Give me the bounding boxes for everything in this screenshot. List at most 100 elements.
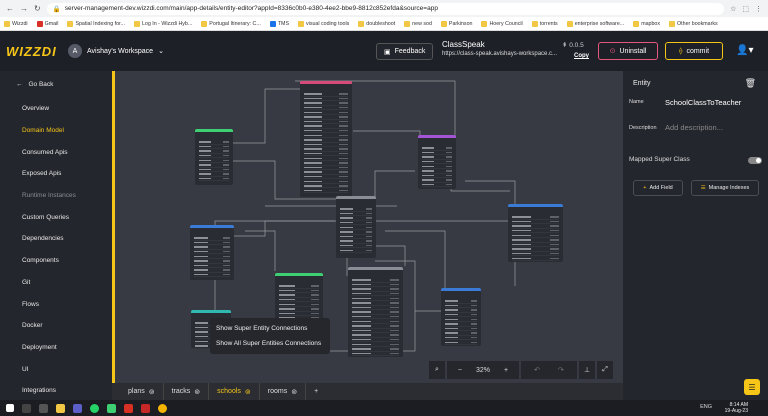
bookmark-item[interactable]: TMS: [269, 20, 289, 27]
zoom-out-icon[interactable]: −: [458, 367, 462, 374]
add-tab-button[interactable]: +: [306, 383, 326, 400]
lock-icon: 🔒: [52, 5, 61, 13]
tab-schools[interactable]: schools ⊚: [209, 383, 260, 400]
tab-settings-icon[interactable]: ⊚: [291, 388, 297, 396]
system-tray[interactable]: ENG: [700, 404, 712, 410]
pdf-icon[interactable]: [141, 403, 150, 413]
tab-settings-icon[interactable]: ⊚: [194, 388, 200, 396]
feedback-icon: ▣: [384, 48, 391, 56]
tab-plans[interactable]: plans ⊚: [120, 383, 164, 400]
file-explorer-icon[interactable]: [56, 403, 65, 413]
teams-icon[interactable]: [73, 403, 82, 413]
menu-icon[interactable]: ⋮: [755, 5, 762, 13]
bookmark-item[interactable]: mapbox: [633, 20, 660, 27]
sidebar-item-custom-queries[interactable]: Custom Queries: [0, 206, 112, 228]
help-chat-button[interactable]: ☰: [744, 379, 760, 395]
bookmark-item[interactable]: Log In - Wizzdi Hyb...: [133, 20, 192, 27]
entity-header: [348, 270, 403, 278]
browser-actions: ☆ ⬚ ⋮: [724, 5, 768, 13]
manage-indexes-button[interactable]: ☰ Manage Indexes: [691, 180, 759, 196]
search-taskbar-icon[interactable]: [22, 403, 31, 413]
context-menu-item-all-super-entities[interactable]: Show All Super Entities Connections: [210, 336, 330, 351]
zoom-in-icon[interactable]: +: [504, 367, 508, 374]
sidebar-item-overview[interactable]: Overview: [0, 98, 112, 120]
sidebar-item-runtime-instances[interactable]: Runtime Instances: [0, 185, 112, 207]
task-view-icon[interactable]: [39, 403, 48, 413]
uninstall-button[interactable]: ⊙ Uninstall: [598, 42, 658, 60]
undo-icon[interactable]: ↶: [534, 366, 540, 374]
chrome-icon[interactable]: [158, 403, 167, 413]
workspace-selector[interactable]: A Avishay's Workspace ⌄: [68, 44, 164, 58]
folder-icon: [669, 20, 676, 27]
sidebar-item-flows[interactable]: Flows: [0, 293, 112, 315]
sidebar-item-ui[interactable]: UI: [0, 358, 112, 380]
entity-card[interactable]: [508, 204, 563, 262]
entity-card[interactable]: [300, 81, 352, 197]
entity-card[interactable]: [441, 288, 481, 346]
tab-tracks[interactable]: tracks ⊚: [164, 383, 210, 400]
bookmark-item[interactable]: Gmail: [36, 20, 58, 27]
commit-button[interactable]: ⟠ commit: [665, 42, 723, 60]
bookmark-item[interactable]: new sod: [404, 20, 432, 27]
mapped-super-class-toggle[interactable]: [748, 157, 762, 164]
entity-header: [275, 276, 323, 284]
sidebar-item-docker[interactable]: Docker: [0, 315, 112, 337]
forward-arrow-icon[interactable]: →: [20, 4, 28, 13]
sidebar-item-components[interactable]: Components: [0, 250, 112, 272]
bookmark-item[interactable]: Hoery Council: [481, 20, 523, 27]
sidebar-item-domain-model[interactable]: Domain Model: [0, 120, 112, 142]
bookmark-icon: [269, 20, 276, 27]
redo-icon[interactable]: ↷: [558, 366, 564, 374]
sidebar-item-exposed-apis[interactable]: Exposed Apis: [0, 163, 112, 185]
trash-icon[interactable]: 🗑: [745, 78, 756, 89]
bookmark-item[interactable]: Portugal Itinerary: C...: [201, 20, 261, 27]
feedback-button[interactable]: ▣ Feedback: [376, 43, 434, 60]
star-icon[interactable]: ☆: [730, 5, 736, 13]
fit-screen-icon[interactable]: ⤢: [597, 361, 613, 379]
bookmark-item[interactable]: torrents: [531, 20, 558, 27]
bookmark-item[interactable]: Parkinson: [440, 20, 472, 27]
address-bar[interactable]: 🔒 server-management-dev.wizzdi.com/main/…: [46, 2, 725, 15]
search-icon[interactable]: ⌕: [429, 361, 445, 379]
context-menu-item-super-entity[interactable]: Show Super Entity Connections: [210, 321, 330, 336]
sidebar-item-dependencies[interactable]: Dependencies: [0, 228, 112, 250]
entity-diagram-canvas[interactable]: [112, 71, 623, 383]
entity-card[interactable]: [336, 196, 376, 258]
sidebar-item-integrations[interactable]: Integrations: [0, 380, 112, 402]
sidebar-item-consumed-apis[interactable]: Consumed Apis: [0, 141, 112, 163]
bookmark-item[interactable]: Wizzdi: [4, 20, 28, 27]
entity-card[interactable]: [348, 267, 403, 357]
arrow-left-icon: ←: [16, 81, 23, 88]
back-arrow-icon[interactable]: ←: [6, 4, 14, 13]
windows-start-icon[interactable]: [6, 404, 14, 412]
extensions-icon[interactable]: ⬚: [742, 5, 749, 13]
copy-url-button[interactable]: Copy: [574, 53, 589, 59]
layout-icon[interactable]: ⊥: [579, 361, 595, 379]
reload-icon[interactable]: ↻: [34, 4, 41, 13]
url-text: server-management-dev.wizzdi.com/main/ap…: [64, 5, 438, 12]
bookmark-item[interactable]: doubleshoot: [358, 20, 395, 27]
app-icon[interactable]: [107, 403, 116, 413]
sidebar-item-git[interactable]: Git: [0, 272, 112, 294]
tab-rooms[interactable]: rooms ⊚: [260, 383, 307, 400]
description-input[interactable]: Add description...: [665, 123, 723, 132]
tab-settings-icon[interactable]: ⊚: [245, 388, 251, 396]
bookmark-item[interactable]: Spatial Indexing for...: [67, 20, 125, 27]
entity-card[interactable]: [195, 129, 233, 185]
wizzdi-logo[interactable]: WIZZDI: [6, 44, 62, 59]
entity-card[interactable]: [418, 135, 456, 189]
entity-card[interactable]: [190, 225, 234, 280]
app-url[interactable]: https://class-speak.avishays-workspace.c…: [442, 51, 557, 57]
bookmark-item[interactable]: Other bookmarks: [669, 20, 718, 27]
tab-settings-icon[interactable]: ⊚: [149, 388, 155, 396]
bookmark-item[interactable]: enterprise software...: [566, 20, 624, 27]
clock[interactable]: 8:14 AM 19-Aug-23: [725, 402, 748, 414]
entity-name-input[interactable]: SchoolClassToTeacher: [665, 98, 741, 107]
add-field-button[interactable]: + Add Field: [633, 180, 683, 196]
app-icon[interactable]: [124, 403, 133, 413]
user-menu-icon[interactable]: 👤▾: [736, 45, 753, 56]
bookmark-item[interactable]: visual coding tools: [298, 20, 349, 27]
go-back-button[interactable]: ← Go Back: [0, 71, 112, 98]
sidebar-item-deployment[interactable]: Deployment: [0, 337, 112, 359]
whatsapp-icon[interactable]: [90, 403, 99, 413]
